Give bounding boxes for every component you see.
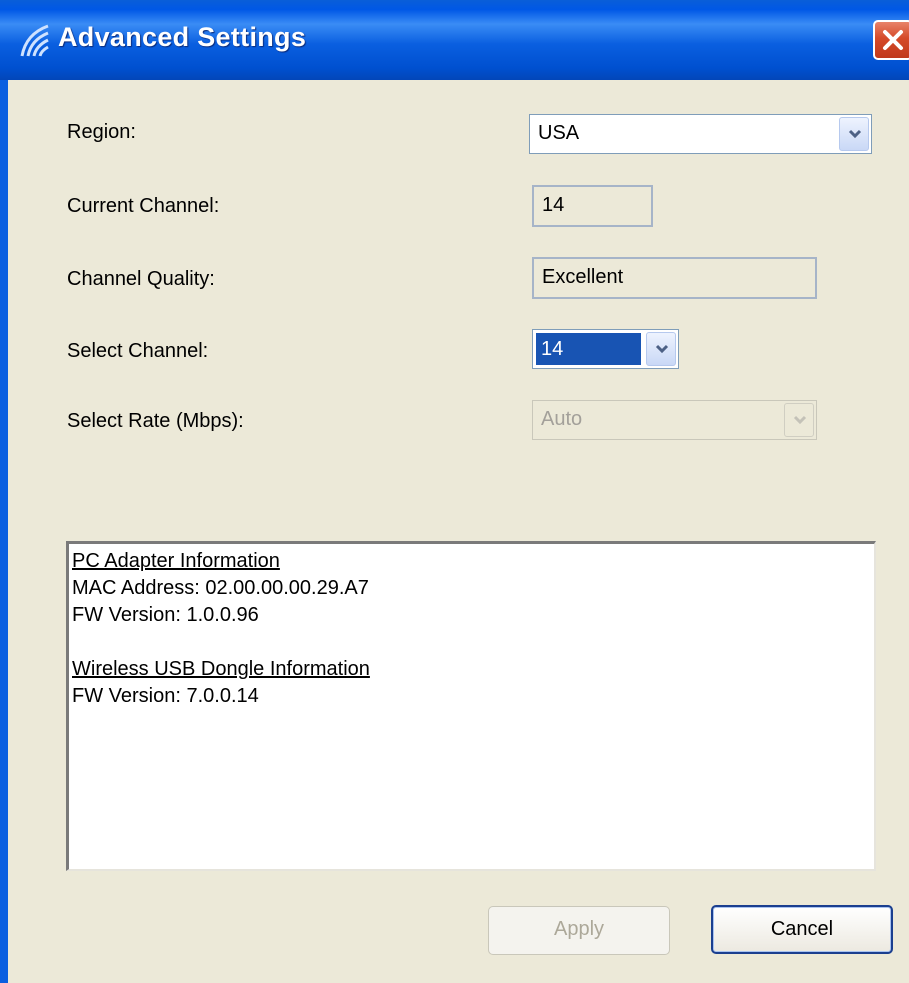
pc-fw-version-line: FW Version: 1.0.0.96 (72, 604, 259, 626)
select-rate-value: Auto (541, 408, 583, 430)
select-channel-value: 14 (536, 333, 641, 365)
chevron-down-icon[interactable] (839, 117, 869, 151)
select-channel-label: Select Channel: (67, 340, 209, 362)
close-x-icon (883, 30, 903, 50)
signal-waves-icon (20, 24, 49, 57)
dongle-fw-version-line: FW Version: 7.0.0.14 (72, 685, 259, 707)
current-channel-label: Current Channel: (67, 195, 220, 217)
advanced-settings-dialog: Advanced Settings Region: USA Current Ch… (0, 0, 909, 983)
pc-adapter-heading: PC Adapter Information (72, 550, 280, 572)
select-rate-dropdown: Auto (532, 400, 817, 440)
channel-quality-field: Excellent (532, 257, 817, 299)
close-button[interactable] (873, 20, 909, 60)
region-dropdown[interactable]: USA (529, 114, 872, 154)
channel-quality-label: Channel Quality: (67, 268, 215, 290)
select-channel-dropdown[interactable]: 14 (532, 329, 679, 369)
current-channel-value: 14 (542, 194, 565, 216)
region-value: USA (538, 122, 580, 144)
dongle-info-heading: Wireless USB Dongle Information (72, 658, 370, 680)
chevron-down-icon[interactable] (646, 332, 676, 366)
current-channel-field: 14 (532, 185, 653, 227)
apply-button: Apply (488, 906, 670, 955)
cancel-button[interactable]: Cancel (711, 905, 893, 954)
select-rate-label: Select Rate (Mbps): (67, 410, 244, 432)
chevron-down-icon (784, 403, 814, 437)
channel-quality-value: Excellent (542, 266, 624, 288)
window-title: Advanced Settings (58, 22, 307, 52)
title-bar[interactable]: Advanced Settings (0, 0, 909, 80)
adapter-info-box[interactable]: PC Adapter Information MAC Address: 02.0… (66, 541, 876, 871)
mac-address-line: MAC Address: 02.00.00.00.29.A7 (72, 577, 369, 599)
window-left-border (0, 80, 8, 983)
region-label: Region: (67, 121, 136, 143)
